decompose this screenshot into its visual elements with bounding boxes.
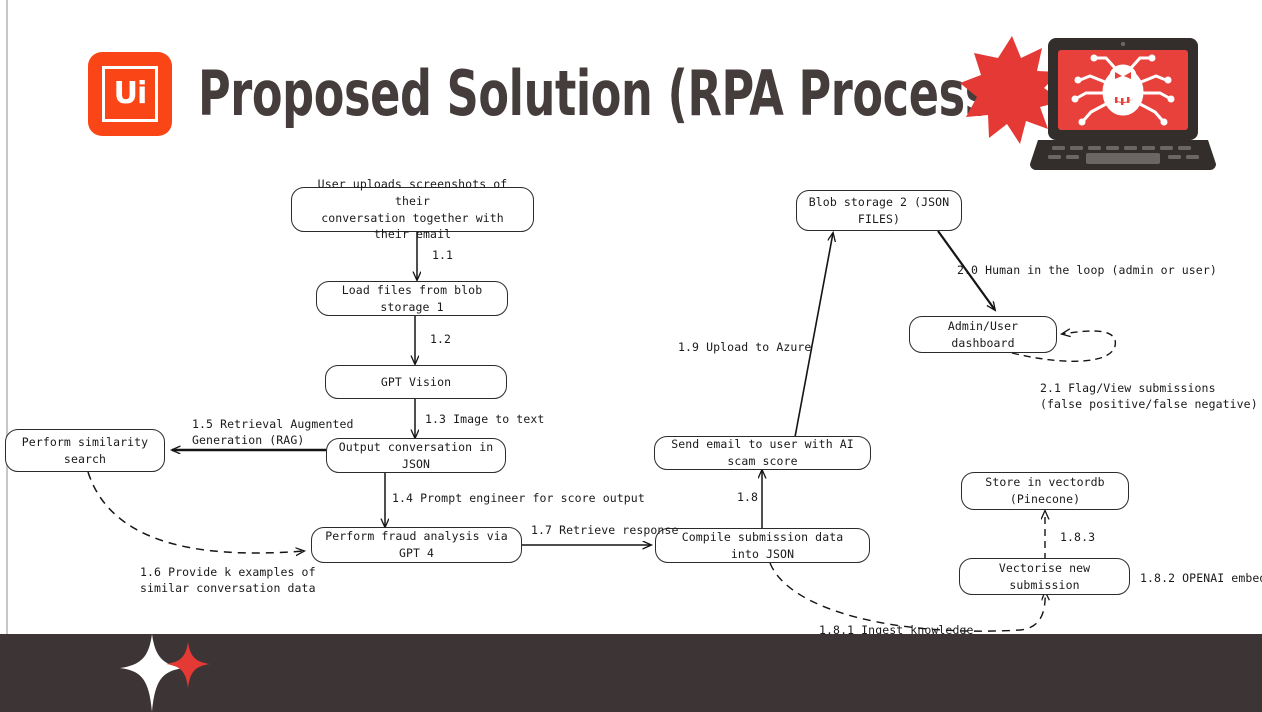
edge-label-1-3: 1.3 Image to text bbox=[425, 412, 545, 426]
flow-connectors bbox=[87, 230, 1116, 632]
edge-label-2-1: 2.1 Flag/View submissions (false positiv… bbox=[1040, 381, 1258, 412]
node-store-in-vectordb[interactable]: Store in vectordb (Pinecone) bbox=[961, 472, 1129, 510]
node-gpt-vision[interactable]: GPT Vision bbox=[325, 365, 507, 399]
slide-canvas: Ui Proposed Solution (RPA Process) User … bbox=[0, 0, 1262, 712]
sparkle-icon bbox=[110, 634, 230, 712]
edge-label-2-0: 2.0 Human in the loop (admin or user) bbox=[957, 263, 1217, 277]
edge-label-1-1: 1.1 bbox=[432, 248, 454, 262]
edge-label-1-4: 1.4 Prompt engineer for score output bbox=[392, 491, 645, 505]
sparkle-white bbox=[120, 634, 184, 712]
node-vectorise-new-submission[interactable]: Vectorise new submission bbox=[959, 558, 1130, 595]
node-blob-storage-2[interactable]: Blob storage 2 (JSON FILES) bbox=[796, 190, 962, 231]
edge-label-1-9: 1.9 Upload to Azure bbox=[678, 340, 812, 354]
node-user-uploads[interactable]: User uploads screenshots of their conver… bbox=[291, 177, 534, 241]
edge-label-1-6: 1.6 Provide k examples of similar conver… bbox=[140, 565, 316, 596]
node-compile-submission-json[interactable]: Compile submission data into JSON bbox=[655, 528, 870, 563]
node-perform-fraud-analysis[interactable]: Perform fraud analysis via GPT 4 bbox=[311, 527, 522, 563]
edge-label-1-8: 1.8 bbox=[737, 490, 759, 504]
edge-label-1-5: 1.5 Retrieval Augmented Generation (RAG) bbox=[192, 417, 354, 448]
node-admin-user-dashboard[interactable]: Admin/User dashboard bbox=[909, 316, 1057, 353]
node-send-email-scam-score[interactable]: Send email to user with AI scam score bbox=[654, 436, 871, 470]
edge-label-1-2: 1.2 bbox=[430, 332, 452, 346]
edge-label-1-8-2: 1.8.2 OPENAI embeddings bbox=[1140, 571, 1262, 585]
node-perform-similarity-search[interactable]: Perform similarity search bbox=[5, 429, 165, 472]
edge-label-1-8-3: 1.8.3 bbox=[1060, 530, 1096, 544]
node-load-files[interactable]: Load files from blob storage 1 bbox=[316, 281, 508, 316]
edge-label-1-7: 1.7 Retrieve response bbox=[531, 523, 679, 537]
sparkle-red bbox=[166, 642, 210, 688]
